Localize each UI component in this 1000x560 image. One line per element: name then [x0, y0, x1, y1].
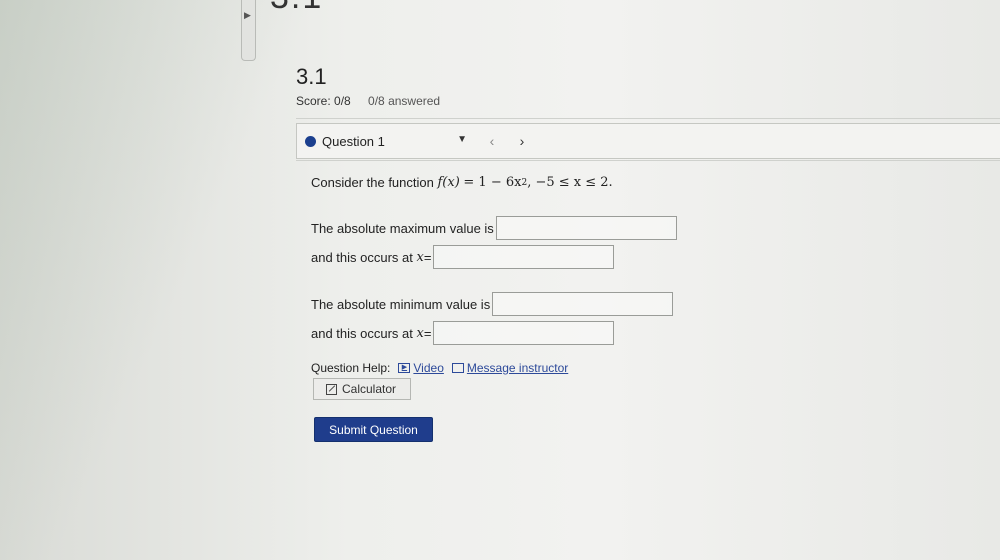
function-domain: , −5 ≤ x ≤ 2. — [527, 175, 613, 190]
calculator-button[interactable]: Calculator — [313, 378, 411, 400]
previous-question-button[interactable]: ‹ — [479, 129, 505, 153]
max-value-input[interactable] — [495, 216, 677, 240]
max-x-label: and this occurs at — [311, 249, 413, 265]
max-x-row: and this occurs at x = — [311, 245, 615, 269]
chevron-right-icon[interactable]: ▶ — [244, 10, 251, 21]
status-dot-icon — [305, 135, 316, 147]
screen-background — [0, 0, 1000, 560]
equals-sign: = — [423, 325, 432, 341]
min-value-label: The absolute minimum value is — [311, 296, 491, 312]
function-rhs: = 1 − 6x — [463, 175, 522, 190]
equals-sign: = — [423, 249, 432, 265]
max-value-row: The absolute maximum value is — [311, 216, 677, 240]
calculator-icon — [326, 383, 337, 395]
message-instructor-link[interactable]: Message instructor — [451, 361, 569, 375]
answered-count: 0/8 answered — [368, 94, 441, 108]
min-value-input[interactable] — [492, 292, 674, 316]
x-variable: x — [416, 325, 424, 341]
score-text: Score: 0/8 — [296, 94, 351, 108]
max-value-label: The absolute maximum value is — [311, 220, 494, 236]
function-lhs: f(x) — [437, 175, 460, 190]
question-help: Question Help: ▶ Video Message instructo… — [311, 361, 568, 375]
prompt-intro: Consider the function — [311, 175, 434, 190]
min-value-row: The absolute minimum value is — [311, 292, 674, 316]
score-line: Score: 0/8 0/8 answered — [296, 94, 454, 108]
min-x-label: and this occurs at — [311, 325, 413, 341]
envelope-icon — [451, 363, 464, 373]
min-x-row: and this occurs at x = — [311, 321, 615, 345]
question-prompt: Consider the function f(x) = 1 − 6x 2 , −… — [311, 175, 613, 190]
question-nav-bar: Question 1 ▼ ‹ › — [296, 123, 1000, 159]
divider — [296, 118, 1000, 119]
video-icon: ▶ — [398, 363, 411, 373]
video-link[interactable]: ▶ Video — [398, 361, 444, 375]
x-variable: x — [416, 249, 424, 265]
submit-question-button[interactable]: Submit Question — [314, 417, 433, 442]
caret-down-icon[interactable]: ▼ — [457, 134, 467, 145]
min-x-input[interactable] — [433, 321, 615, 345]
assignment-title: 3.1 — [296, 64, 327, 89]
video-link-label: Video — [413, 361, 444, 375]
message-instructor-label: Message instructor — [466, 361, 569, 375]
question-select[interactable]: Question 1 ▼ — [305, 130, 467, 152]
question-select-label: Question 1 — [322, 133, 385, 149]
next-question-button[interactable]: › — [509, 129, 535, 153]
calculator-label: Calculator — [342, 382, 397, 396]
max-x-input[interactable] — [433, 245, 615, 269]
page-title-partial: 3.1 — [270, 0, 323, 17]
divider — [296, 160, 1000, 161]
question-help-label: Question Help: — [311, 361, 391, 375]
